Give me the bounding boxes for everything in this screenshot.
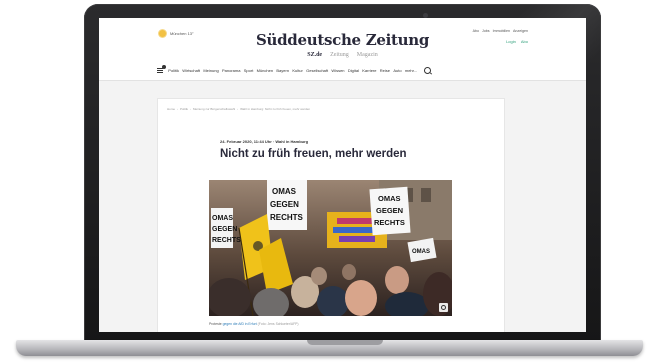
breadcrumb-section[interactable]: Meinung zur Bürgerschaftswahl xyxy=(193,107,235,111)
sign-line: OMAS xyxy=(378,194,401,203)
protest-photo-illustration: OMAS GEGEN RECHTS OMAS GEGEN RECHTS OMAS… xyxy=(209,180,452,316)
nav-item-gesellschaft[interactable]: Gesellschaft xyxy=(306,68,328,73)
service-link-anzeigen[interactable]: Anzeigen xyxy=(513,29,528,33)
breadcrumb-separator: › xyxy=(237,107,239,111)
nav-item-meinung[interactable]: Meinung xyxy=(203,68,218,73)
laptop-notch xyxy=(307,340,383,345)
sign-line: RECHTS xyxy=(374,218,405,227)
sign-line: OMAS xyxy=(412,249,430,255)
article-card: Home › Politik › Meinung zur Bürgerschaf… xyxy=(157,98,505,332)
sign-line: OMAS xyxy=(212,215,233,222)
section-nav: Politik Wirtschaft Meinung Panorama Spor… xyxy=(157,65,513,74)
nav-item-more[interactable]: mehr... xyxy=(405,68,417,73)
article-headline: Nicht zu früh freuen, mehr werden xyxy=(220,148,407,160)
breadcrumb-current: Wahl in Hamburg: Nicht zu früh freuen, m… xyxy=(240,107,311,111)
nav-item-auto[interactable]: Auto xyxy=(393,68,401,73)
sign-line: GEGEN xyxy=(376,206,403,215)
breadcrumb-separator: › xyxy=(177,107,179,111)
nav-item-politik[interactable]: Politik xyxy=(168,68,179,73)
brand-switcher: SZ.de Zeitung Magazin xyxy=(99,52,586,58)
zoom-icon[interactable] xyxy=(439,303,448,312)
login-link[interactable]: Login xyxy=(506,39,516,44)
nav-item-wirtschaft[interactable]: Wirtschaft xyxy=(182,68,200,73)
account-links: Login Abo xyxy=(506,39,528,44)
protest-sign: OMAS GEGEN RECHTS xyxy=(267,180,307,230)
nav-item-kultur[interactable]: Kultur xyxy=(292,68,302,73)
caption-prefix: Proteste xyxy=(209,322,222,326)
photo-caption: Proteste gegen die AfD in Erfurt (Foto: … xyxy=(209,322,299,326)
brand-link-sz[interactable]: SZ.de xyxy=(307,52,322,58)
caption-credit: (Foto: Jens Schlueter/AFP) xyxy=(257,322,299,326)
brand-link-zeitung[interactable]: Zeitung xyxy=(330,52,349,58)
protest-sign: OMAS GEGEN RECHTS xyxy=(369,186,411,236)
nav-item-karriere[interactable]: Karriere xyxy=(362,68,376,73)
service-link-abo[interactable]: Abo xyxy=(473,29,479,33)
nav-item-digital[interactable]: Digital xyxy=(348,68,359,73)
search-icon[interactable] xyxy=(424,66,432,74)
subscribe-link[interactable]: Abo xyxy=(521,39,528,44)
nav-item-panorama[interactable]: Panorama xyxy=(222,68,240,73)
site-header: München 13° Süddeutsche Zeitung SZ.de Ze… xyxy=(99,18,586,81)
breadcrumb-separator: › xyxy=(190,107,192,111)
service-link-jobs[interactable]: Jobs xyxy=(482,29,490,33)
breadcrumb-politik[interactable]: Politik xyxy=(180,107,188,111)
menu-icon[interactable] xyxy=(157,65,166,74)
sign-line: RECHTS xyxy=(212,237,241,244)
nav-item-sport[interactable]: Sport xyxy=(244,68,254,73)
nav-item-reise[interactable]: Reise xyxy=(380,68,390,73)
menu-badge xyxy=(162,65,166,69)
breadcrumb: Home › Politik › Meinung zur Bürgerschaf… xyxy=(167,107,310,111)
nav-item-bayern[interactable]: Bayern xyxy=(276,68,289,73)
service-links: Abo Jobs Immobilien Anzeigen xyxy=(473,29,528,33)
sign-line: OMAS xyxy=(272,187,297,196)
brand-link-magazin[interactable]: Magazin xyxy=(357,52,378,58)
nav-item-wissen[interactable]: Wissen xyxy=(331,68,344,73)
breadcrumb-home[interactable]: Home xyxy=(167,107,175,111)
article-meta: 24. Februar 2020, 11:44 Uhr · Wahl in Ha… xyxy=(220,139,309,144)
nav-item-muenchen[interactable]: München xyxy=(257,68,273,73)
laptop-base xyxy=(16,340,643,356)
sign-line: GEGEN xyxy=(212,226,237,233)
sign-line: GEGEN xyxy=(270,200,299,209)
browser-screen: München 13° Süddeutsche Zeitung SZ.de Ze… xyxy=(99,18,586,332)
service-link-immobilien[interactable]: Immobilien xyxy=(493,29,510,33)
caption-link[interactable]: gegen die AfD in Erfurt xyxy=(223,322,257,326)
article-photo[interactable]: OMAS GEGEN RECHTS OMAS GEGEN RECHTS OMAS… xyxy=(209,180,452,316)
sign-line: RECHTS xyxy=(270,213,304,222)
